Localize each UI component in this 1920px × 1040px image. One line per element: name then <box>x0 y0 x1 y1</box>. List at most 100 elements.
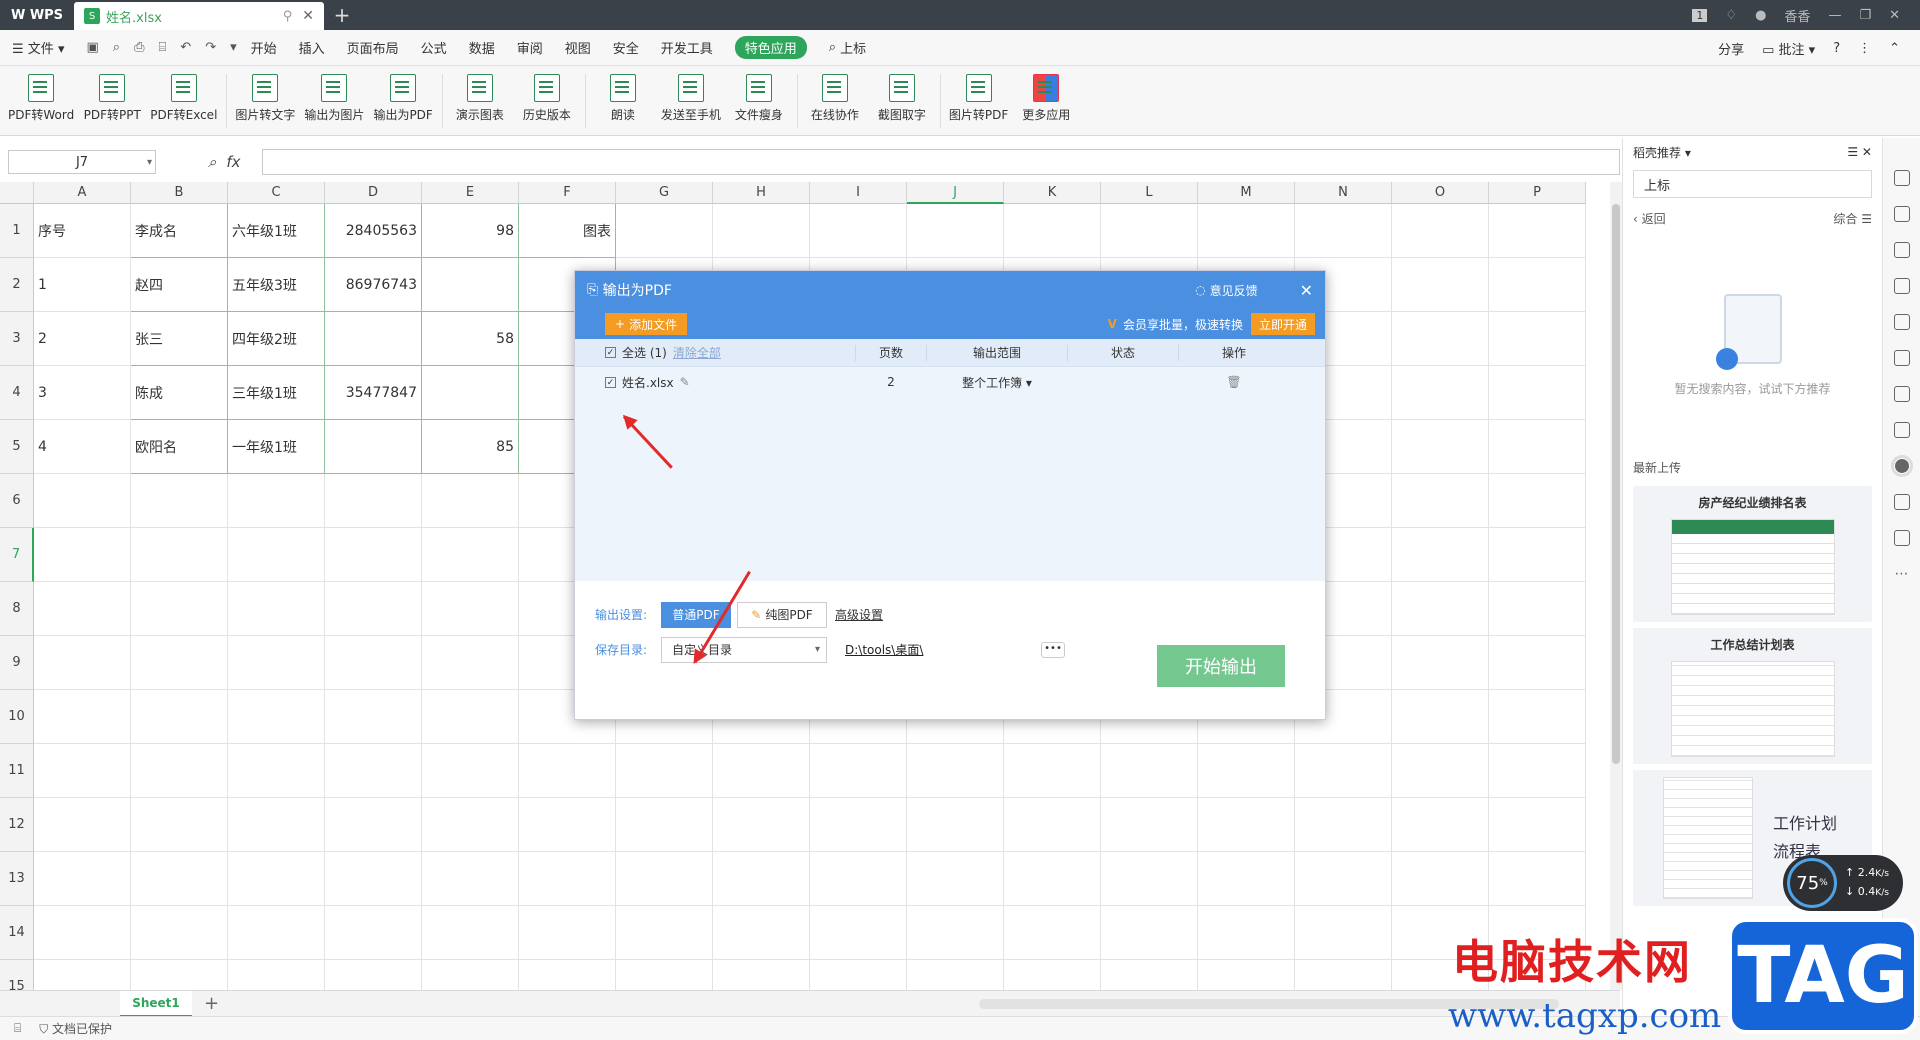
add-file-button[interactable]: + 添加文件 <box>605 313 688 335</box>
cell-o8[interactable] <box>1392 582 1489 636</box>
cell-b15[interactable] <box>131 960 228 990</box>
tab-count-badge[interactable]: 1 <box>1692 8 1708 22</box>
collapse-ribbon-icon[interactable]: ⌃ <box>1889 41 1900 56</box>
column-header-g[interactable]: G <box>616 182 713 204</box>
row-header-9[interactable]: 9 <box>0 636 34 690</box>
tool-collaborate[interactable]: 在线协作 <box>806 74 864 123</box>
tool-chart[interactable]: 演示图表 <box>451 74 509 123</box>
menu-review[interactable]: 审阅 <box>517 38 543 57</box>
cell-n11[interactable] <box>1295 744 1392 798</box>
row-header-8[interactable]: 8 <box>0 582 34 636</box>
cell-j12[interactable] <box>907 798 1004 852</box>
tool-history[interactable]: 历史版本 <box>518 74 576 123</box>
cell-k15[interactable] <box>1004 960 1101 990</box>
cell-a6[interactable] <box>34 474 131 528</box>
save-path[interactable]: D:\tools\桌面\ <box>845 641 1041 658</box>
start-export-button[interactable]: 开始输出 <box>1157 645 1285 687</box>
panel-back-button[interactable]: ‹ 返回 <box>1633 210 1666 227</box>
cell-p12[interactable] <box>1489 798 1586 852</box>
column-header-c[interactable]: C <box>228 182 325 204</box>
cell-l14[interactable] <box>1101 906 1198 960</box>
menu-data[interactable]: 数据 <box>469 38 495 57</box>
document-tab[interactable]: S 姓名.xlsx ⚲ ✕ <box>74 2 324 30</box>
cell-p13[interactable] <box>1489 852 1586 906</box>
cell-d13[interactable] <box>325 852 422 906</box>
print-preview-icon[interactable]: ⌸ <box>158 40 166 55</box>
cell-b8[interactable] <box>131 582 228 636</box>
cell-n1[interactable] <box>1295 204 1392 258</box>
cell-e15[interactable] <box>422 960 519 990</box>
column-header-f[interactable]: F <box>519 182 616 204</box>
cell-d12[interactable] <box>325 798 422 852</box>
cell-i15[interactable] <box>810 960 907 990</box>
cell-f12[interactable] <box>519 798 616 852</box>
cell-b1[interactable]: 李成名 <box>131 204 228 258</box>
new-tab-button[interactable]: + <box>324 0 360 30</box>
column-header-p[interactable]: P <box>1489 182 1586 204</box>
cell-e4[interactable] <box>422 366 519 420</box>
close-dialog-icon[interactable]: ✕ <box>1300 281 1313 300</box>
cell-d5[interactable] <box>325 420 422 474</box>
cell-f1[interactable]: 图表 <box>519 204 616 258</box>
template-card[interactable]: 房产经纪业绩排名表 <box>1633 486 1872 622</box>
restore-icon[interactable]: ❐ <box>1859 8 1871 23</box>
cell-a9[interactable] <box>34 636 131 690</box>
cell-l15[interactable] <box>1101 960 1198 990</box>
cell-b14[interactable] <box>131 906 228 960</box>
template-icon[interactable] <box>1890 455 1913 477</box>
cell-h13[interactable] <box>713 852 810 906</box>
cell-l12[interactable] <box>1101 798 1198 852</box>
cell-c14[interactable] <box>228 906 325 960</box>
cell-b11[interactable] <box>131 744 228 798</box>
scroll-thumb[interactable] <box>1612 204 1620 764</box>
cell-b10[interactable] <box>131 690 228 744</box>
cell-o5[interactable] <box>1392 420 1489 474</box>
cell-d11[interactable] <box>325 744 422 798</box>
print-icon[interactable]: ⎙ <box>134 40 144 55</box>
cell-o10[interactable] <box>1392 690 1489 744</box>
tool-more-apps[interactable]: 更多应用 <box>1017 74 1075 123</box>
cell-k12[interactable] <box>1004 798 1101 852</box>
cell-l1[interactable] <box>1101 204 1198 258</box>
cell-n12[interactable] <box>1295 798 1392 852</box>
cell-b5[interactable]: 欧阳名 <box>131 420 228 474</box>
pure-image-pdf-button[interactable]: ✎ 纯图PDF <box>737 601 827 628</box>
image-icon[interactable] <box>1893 422 1910 438</box>
cell-d7[interactable] <box>325 528 422 582</box>
cell-m15[interactable] <box>1198 960 1295 990</box>
cell-c2[interactable]: 五年级3班 <box>228 258 325 312</box>
sidebar-gap-icon[interactable] <box>1893 314 1910 330</box>
row-header-7[interactable]: 7 <box>0 528 34 582</box>
menu-search[interactable]: ⌕ 上标 <box>829 38 959 57</box>
cell-d14[interactable] <box>325 906 422 960</box>
cell-k14[interactable] <box>1004 906 1101 960</box>
cell-o7[interactable] <box>1392 528 1489 582</box>
cell-c11[interactable] <box>228 744 325 798</box>
cell-d6[interactable] <box>325 474 422 528</box>
cell-e10[interactable] <box>422 690 519 744</box>
cell-f14[interactable] <box>519 906 616 960</box>
tool-export-image[interactable]: 输出为图片 <box>304 74 364 123</box>
user-name[interactable]: 香香 <box>1784 6 1810 25</box>
browse-button[interactable]: ••• <box>1041 641 1065 658</box>
cell-c9[interactable] <box>228 636 325 690</box>
cell-g15[interactable] <box>616 960 713 990</box>
cell-o13[interactable] <box>1392 852 1489 906</box>
column-header-n[interactable]: N <box>1295 182 1392 204</box>
cell-g1[interactable] <box>616 204 713 258</box>
quick-access-dropdown-icon[interactable]: ▾ <box>230 40 237 55</box>
cell-d4[interactable]: 35477847 <box>325 366 422 420</box>
cell-g14[interactable] <box>616 906 713 960</box>
cell-p11[interactable] <box>1489 744 1586 798</box>
cell-d10[interactable] <box>325 690 422 744</box>
cell-e9[interactable] <box>422 636 519 690</box>
cell-p4[interactable] <box>1489 366 1586 420</box>
column-header-k[interactable]: K <box>1004 182 1101 204</box>
rename-icon[interactable]: ✎ <box>680 375 690 389</box>
column-header-d[interactable]: D <box>325 182 422 204</box>
cell-a15[interactable] <box>34 960 131 990</box>
close-window-icon[interactable]: ✕ <box>1889 8 1900 23</box>
cell-j13[interactable] <box>907 852 1004 906</box>
cell-a7[interactable] <box>34 528 131 582</box>
vertical-scrollbar[interactable] <box>1610 182 1622 990</box>
